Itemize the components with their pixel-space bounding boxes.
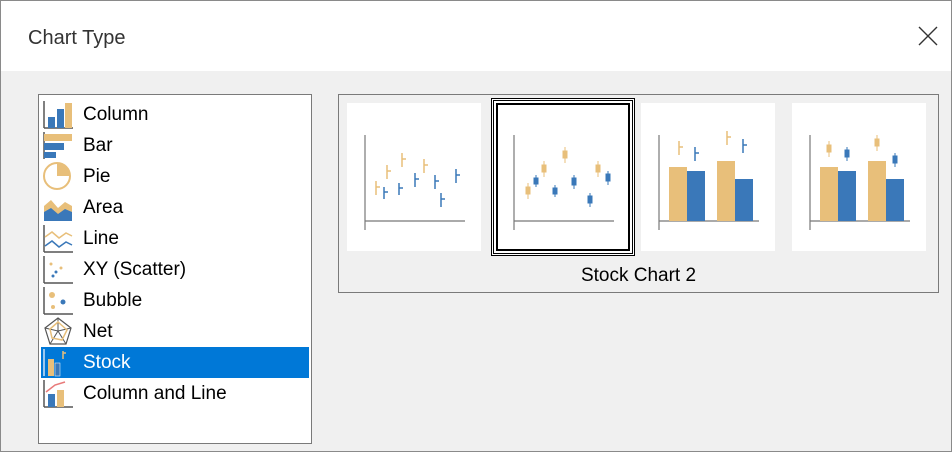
chart-type-item-xy-scatter[interactable]: XY (Scatter) — [41, 254, 309, 285]
chart-type-item-column[interactable]: Column — [41, 99, 309, 130]
bubble-chart-icon — [43, 287, 73, 315]
chart-type-item-stock[interactable]: Stock — [41, 347, 309, 378]
stock-chart-4-thumbnail — [809, 135, 910, 230]
chart-type-label: Column and Line — [83, 382, 227, 404]
chart-type-item-column-and-line[interactable]: Column and Line — [41, 378, 309, 409]
chart-type-item-area[interactable]: Area — [41, 192, 309, 223]
net-chart-icon — [44, 317, 72, 345]
line-chart-icon — [43, 225, 73, 253]
chart-type-list[interactable]: Column Bar Pie Area Line XY (Scatter) Bu… — [38, 94, 312, 444]
chart-type-label: Bubble — [83, 289, 143, 311]
dialog-title: Chart Type — [28, 27, 126, 49]
chart-type-label: Pie — [83, 165, 111, 187]
variant-stock-chart-2[interactable] — [491, 98, 635, 256]
chart-type-item-line[interactable]: Line — [41, 223, 309, 254]
scatter-chart-icon — [43, 256, 73, 284]
chart-variant-panel: Stock Chart 2 — [338, 94, 939, 293]
column-chart-icon — [43, 101, 73, 129]
chart-type-label: Stock — [83, 351, 131, 373]
chart-type-label: Column — [83, 103, 149, 125]
chart-type-item-bubble[interactable]: Bubble — [41, 285, 309, 316]
chart-type-label: Net — [83, 320, 113, 342]
variant-stock-chart-4[interactable] — [792, 103, 926, 251]
close-button[interactable] — [905, 1, 951, 71]
chart-type-item-bar[interactable]: Bar — [41, 130, 309, 161]
chart-type-label: Line — [83, 227, 119, 249]
pie-chart-icon — [43, 162, 71, 190]
stock-chart-3-thumbnail — [658, 131, 759, 230]
variant-stock-chart-1[interactable] — [347, 103, 481, 251]
title-bar: Chart Type — [1, 1, 951, 71]
bar-chart-icon — [43, 132, 72, 159]
chart-type-label: XY (Scatter) — [83, 258, 187, 280]
chart-type-item-net[interactable]: Net — [41, 316, 309, 347]
variant-caption: Stock Chart 2 — [580, 265, 697, 286]
stock-chart-1-thumbnail — [364, 135, 465, 230]
stock-chart-2-thumbnail — [513, 135, 614, 230]
area-chart-icon — [44, 200, 72, 221]
chart-type-label: Bar — [83, 134, 113, 156]
close-icon — [918, 26, 938, 46]
chart-type-item-pie[interactable]: Pie — [41, 161, 309, 192]
column-and-line-chart-icon — [43, 380, 73, 408]
variant-stock-chart-3[interactable] — [641, 103, 775, 251]
chart-type-dialog: Chart Type Column Bar Pie Area Line XY (… — [0, 0, 952, 452]
chart-type-label: Area — [83, 196, 124, 218]
stock-chart-icon — [43, 349, 66, 377]
